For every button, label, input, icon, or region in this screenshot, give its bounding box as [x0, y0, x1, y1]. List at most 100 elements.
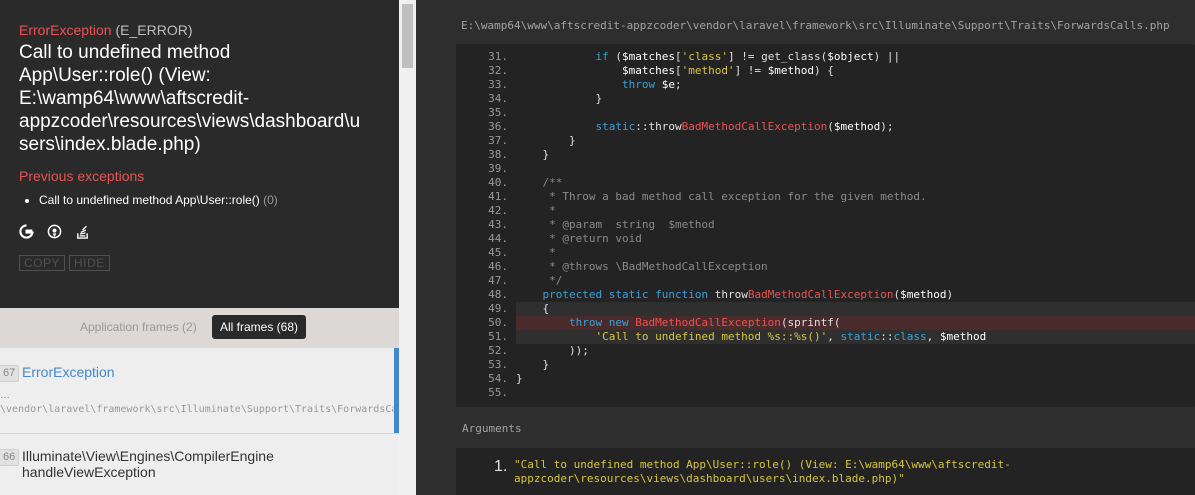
previous-exception-text: Call to undefined method App\User::role(… — [39, 193, 260, 207]
frame-ellipsis: … — [0, 390, 10, 401]
line-code: * @param string $method — [516, 218, 715, 231]
code-line: 38. } — [456, 148, 1195, 162]
line-number: 53. — [488, 358, 508, 371]
frames-controls: Application frames (2) All frames (68) — [0, 308, 399, 348]
line-code: * — [516, 246, 556, 259]
line-code: * @return void — [516, 232, 642, 245]
code-line: 50. throw new BadMethodCallException(spr… — [456, 316, 1195, 330]
line-number: 31. — [488, 50, 508, 63]
code-line: 44. * @return void — [456, 232, 1195, 246]
frame-class-function: Illuminate\View\Engines\CompilerEngine h… — [22, 448, 274, 480]
code-line: 40. /** — [456, 176, 1195, 190]
exception-class: ErrorException — [19, 22, 112, 38]
line-code: static::throwBadMethodCallException($met… — [595, 120, 894, 133]
code-line: 53. } — [456, 358, 1195, 372]
stackoverflow-icon[interactable] — [75, 224, 90, 239]
google-icon[interactable] — [19, 224, 34, 239]
line-number: 36. — [488, 120, 508, 133]
frames-list: 67 ErrorException … \vendor\laravel\fram… — [0, 348, 399, 495]
frame-class: Illuminate\View\Engines\CompilerEngine — [22, 448, 274, 464]
copy-button[interactable]: COPY — [19, 255, 66, 271]
details-panel: E:\wamp64\www\aftscredit-appzcoder\vendo… — [416, 0, 1195, 495]
line-number: 33. — [488, 78, 508, 91]
code-line: 31. if ($matches['class'] != get_class($… — [456, 50, 1195, 64]
left-panel-scrollbar[interactable] — [399, 0, 416, 495]
code-line: 33. throw $e; — [456, 78, 1195, 92]
line-number: 54. — [488, 372, 508, 385]
duckduckgo-icon[interactable] — [47, 224, 62, 239]
code-line: 45. * — [456, 246, 1195, 260]
frame-index: 66 — [0, 449, 20, 466]
line-code: if ($matches['class'] != get_class($obje… — [595, 50, 901, 63]
search-links — [19, 224, 399, 239]
line-number: 42. — [488, 204, 508, 217]
code-line: 37. } — [456, 134, 1195, 148]
line-number: 35. — [488, 106, 508, 119]
line-code: } — [516, 372, 523, 385]
all-frames-tab[interactable]: All frames (68) — [212, 315, 307, 339]
line-number: 52. — [488, 344, 508, 357]
code-line: 41. * Throw a bad method call exception … — [456, 190, 1195, 204]
line-code: * Throw a bad method call exception for … — [516, 190, 927, 203]
code-line: 52. )); — [456, 344, 1195, 358]
header-buttons: COPY HIDE — [19, 255, 110, 271]
line-number: 48. — [488, 288, 508, 301]
line-number: 38. — [488, 148, 508, 161]
code-line: 36. static::throwBadMethodCallException(… — [456, 120, 1195, 134]
line-number: 32. — [488, 64, 508, 77]
exception-message: Call to undefined method App\User::role(… — [19, 42, 361, 155]
scrollbar-thumb[interactable] — [402, 4, 413, 68]
hide-button[interactable]: HIDE — [69, 255, 110, 271]
code-line: 39. — [456, 162, 1195, 176]
previous-exceptions-title: Previous exceptions — [19, 168, 145, 184]
line-number: 44. — [488, 232, 508, 245]
code-line: 49. { — [456, 302, 1195, 316]
exception-header: ErrorException (E_ERROR) Call to undefin… — [0, 0, 399, 308]
line-code: throw $e; — [621, 78, 682, 91]
line-number: 51. — [488, 330, 508, 343]
line-number: 41. — [488, 190, 508, 203]
line-number: 40. — [488, 176, 508, 189]
line-code: $matches['method'] != $method) { — [621, 64, 834, 77]
line-code: 'Call to undefined method %s::%s()', sta… — [595, 330, 987, 343]
code-line: 48. protected static function throwBadMe… — [456, 288, 1195, 302]
line-code: } — [516, 134, 576, 147]
line-code: } — [516, 148, 550, 161]
code-line: 32. $matches['method'] != $method) { — [456, 64, 1195, 78]
arguments-box: 1. "Call to undefined method App\User::r… — [456, 448, 1195, 495]
line-number: 49. — [488, 302, 508, 315]
code-line: 47. */ — [456, 274, 1195, 288]
code-line: 43. * @param string $method — [456, 218, 1195, 232]
line-code: )); — [516, 344, 589, 357]
code-line: 46. * @throws \BadMethodCallException — [456, 260, 1195, 274]
line-code: protected static function throwBadMethod… — [542, 288, 954, 301]
line-number: 43. — [488, 218, 508, 231]
line-code: /** — [516, 176, 563, 189]
argument-number: 1. — [494, 458, 508, 475]
frame-file: \vendor\laravel\framework\src\Illuminate… — [0, 404, 399, 415]
exception-severity: (E_ERROR) — [115, 22, 193, 38]
frame-function: handleViewException — [22, 464, 156, 480]
line-number: 34. — [488, 92, 508, 105]
exception-panel: ErrorException (E_ERROR) Call to undefin… — [0, 0, 399, 495]
exception-class-line: ErrorException (E_ERROR) — [19, 20, 399, 40]
argument-value-line-2: appzcoder\resources\views\dashboard\user… — [514, 472, 905, 485]
previous-exceptions-list: Call to undefined method App\User::role(… — [39, 192, 399, 208]
code-line: 35. — [456, 106, 1195, 120]
frame-item[interactable]: 66 Illuminate\View\Engines\CompilerEngin… — [0, 434, 399, 495]
code-line: 34. } — [456, 92, 1195, 106]
line-number: 45. — [488, 246, 508, 259]
application-frames-tab[interactable]: Application frames (2) — [80, 320, 197, 334]
code-line: 51. 'Call to undefined method %s::%s()',… — [456, 330, 1195, 344]
code-file-path[interactable]: E:\wamp64\www\aftscredit-appzcoder\vendo… — [461, 19, 1170, 32]
code-line: 55. — [456, 386, 1195, 400]
previous-exception-item: Call to undefined method App\User::role(… — [39, 192, 399, 208]
code-line: 42. * — [456, 204, 1195, 218]
line-number: 39. — [488, 162, 508, 175]
frame-index: 67 — [0, 365, 20, 382]
line-number: 55. — [488, 386, 508, 399]
line-number: 46. — [488, 260, 508, 273]
line-number: 47. — [488, 274, 508, 287]
line-code: * — [516, 204, 556, 217]
frame-item-active[interactable]: 67 ErrorException … \vendor\laravel\fram… — [0, 348, 399, 433]
